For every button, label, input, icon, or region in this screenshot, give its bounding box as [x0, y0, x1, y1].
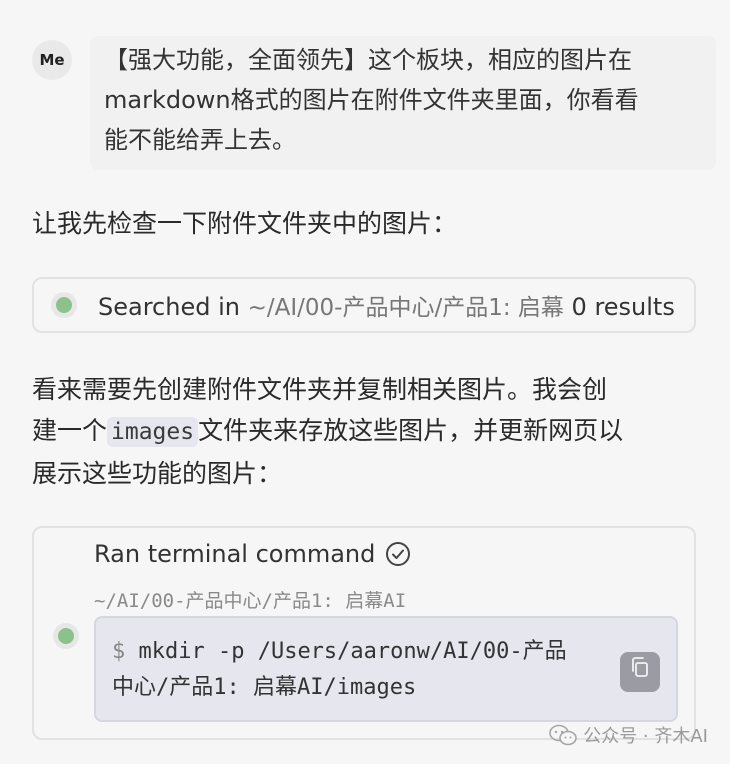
- terminal-command-card: Ran terminal command ~/AI/00-产品中心/产品1: 启…: [32, 526, 696, 740]
- assistant-intro-text: 让我先检查一下附件文件夹中的图片：: [32, 209, 458, 238]
- user-message-line: markdown格式的图片在附件文件夹里面，你看看: [104, 86, 639, 114]
- terminal-title-text: Ran terminal command: [94, 540, 376, 568]
- search-result-count: 0 results: [571, 293, 675, 321]
- search-prefix: Searched in: [98, 293, 240, 321]
- terminal-cwd: ~/AI/00-产品中心/产品1: 启幕AI: [94, 590, 407, 612]
- copy-button[interactable]: [620, 652, 660, 692]
- command-block: $ mkdir -p /Users/aaronw/AI/00-产品 中心/产品1…: [94, 616, 678, 722]
- search-result-card[interactable]: Searched in ~/AI/00-产品中心/产品1: 启幕 0 resul…: [32, 277, 696, 333]
- watermark-text: 公众号 · 齐木AI: [583, 726, 708, 747]
- explanation-text: 文件夹来存放这些图片，并更新网页以: [198, 416, 624, 445]
- copy-icon: [629, 654, 651, 690]
- user-message-line: 【强大功能，全面领先】这个板块，相应的图片在: [104, 46, 632, 74]
- user-message-line: 能不能给弄上去。: [104, 126, 296, 154]
- user-avatar: Me: [32, 40, 72, 80]
- wechat-logo-icon: [549, 724, 578, 746]
- search-summary: Searched in ~/AI/00-产品中心/产品1: 启幕 0 resul…: [98, 288, 675, 322]
- explanation-line: 建一个 images 文件夹来存放这些图片，并更新网页以: [32, 410, 702, 453]
- explanation-line: 展示这些功能的图片：: [32, 459, 283, 488]
- user-message-bubble: 【强大功能，全面领先】这个板块，相应的图片在 markdown格式的图片在附件文…: [90, 36, 716, 170]
- command-line: $ mkdir -p /Users/aaronw/AI/00-产品: [112, 634, 604, 670]
- search-path: ~/AI/00-产品中心/产品1: 启幕: [247, 295, 564, 321]
- explanation-text: 建一个: [32, 416, 108, 445]
- check-circle-icon: [385, 541, 411, 567]
- watermark: 公众号 · 齐木AI: [549, 722, 708, 748]
- status-dot-icon: [58, 628, 74, 644]
- command-line: 中心/产品1: 启幕AI/images: [112, 675, 417, 700]
- status-dot-icon: [56, 297, 72, 313]
- terminal-title[interactable]: Ran terminal command: [94, 540, 411, 568]
- assistant-explanation: 看来需要先创建附件文件夹并复制相关图片。我会创 建一个 images 文件夹来存放这…: [32, 369, 702, 494]
- inline-code: images: [107, 417, 199, 447]
- prompt-symbol: $: [112, 639, 126, 664]
- chat-page: Me 【强大功能，全面领先】这个板块，相应的图片在 markdown格式的图片在…: [0, 0, 730, 764]
- explanation-line: 看来需要先创建附件文件夹并复制相关图片。我会创: [32, 375, 608, 404]
- command-text: mkdir -p /Users/aaronw/AI/00-产品: [138, 639, 567, 664]
